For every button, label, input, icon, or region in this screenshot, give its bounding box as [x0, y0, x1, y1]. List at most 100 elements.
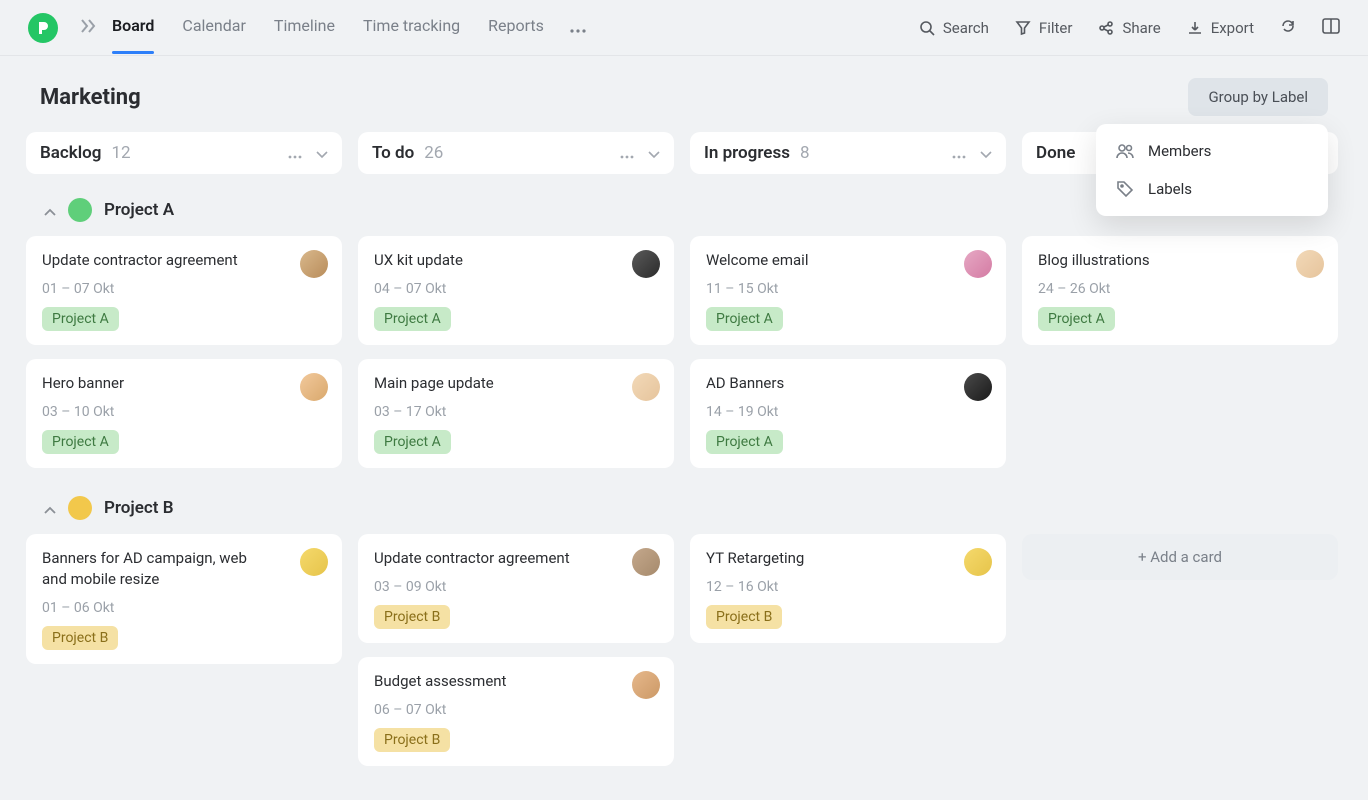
- card-title: Update contractor agreement: [42, 250, 272, 271]
- card-dates: 03 – 17 Okt: [374, 404, 658, 420]
- card-label: Project B: [374, 728, 450, 752]
- dropdown-members[interactable]: Members: [1096, 132, 1328, 170]
- group-project-b-header[interactable]: Project B: [26, 488, 1368, 534]
- tab-board[interactable]: Board: [112, 16, 154, 39]
- card[interactable]: Budget assessment 06 – 07 Okt Project B: [358, 657, 674, 766]
- card-dates: 14 – 19 Okt: [706, 404, 990, 420]
- group-by-control: Group by Label Members Labels: [1188, 78, 1328, 116]
- card-title: Update contractor agreement: [374, 548, 604, 569]
- column-more-icon[interactable]: [288, 144, 302, 163]
- page-header: Marketing Group by Label Members Labels: [0, 56, 1368, 132]
- dropdown-labels-label: Labels: [1148, 180, 1192, 198]
- card[interactable]: Main page update 03 – 17 Okt Project A: [358, 359, 674, 468]
- card[interactable]: Update contractor agreement 01 – 07 Okt …: [26, 236, 342, 345]
- column-collapse-icon[interactable]: [648, 144, 660, 163]
- search-action[interactable]: Search: [919, 19, 989, 37]
- column-title: Done: [1036, 143, 1075, 163]
- card-title: UX kit update: [374, 250, 604, 271]
- card-dates: 06 – 07 Okt: [374, 702, 658, 718]
- tab-timeline[interactable]: Timeline: [274, 16, 335, 39]
- column-count: 26: [424, 143, 443, 163]
- column-inprogress-header[interactable]: In progress 8: [690, 132, 1006, 174]
- card-title: Budget assessment: [374, 671, 604, 692]
- chevron-up-icon[interactable]: [44, 499, 56, 518]
- column-todo-header[interactable]: To do 26: [358, 132, 674, 174]
- column-title: In progress: [704, 143, 790, 163]
- card-dates: 01 – 07 Okt: [42, 281, 326, 297]
- card-title: Welcome email: [706, 250, 936, 271]
- group-a-row: Update contractor agreement 01 – 07 Okt …: [0, 236, 1368, 468]
- group-title: Project B: [104, 498, 174, 518]
- avatar: [300, 548, 328, 576]
- group-b-row: Banners for AD campaign, web and mobile …: [0, 534, 1368, 766]
- card-dates: 01 – 06 Okt: [42, 600, 326, 616]
- card-title: Main page update: [374, 373, 604, 394]
- brand-logo[interactable]: [28, 13, 58, 43]
- avatar: [632, 548, 660, 576]
- add-card-button[interactable]: + Add a card: [1022, 534, 1338, 580]
- filter-icon: [1015, 20, 1031, 36]
- app-header: Board Calendar Timeline Time tracking Re…: [0, 0, 1368, 56]
- avatar: [300, 373, 328, 401]
- column-collapse-icon[interactable]: [980, 144, 992, 163]
- members-icon: [1116, 142, 1134, 160]
- column-collapse-icon[interactable]: [316, 144, 328, 163]
- sidebar-expand-icon[interactable]: [80, 18, 96, 37]
- export-label: Export: [1211, 19, 1254, 37]
- card-title: Hero banner: [42, 373, 272, 394]
- card-label: Project A: [374, 430, 451, 454]
- card[interactable]: Update contractor agreement 03 – 09 Okt …: [358, 534, 674, 643]
- column-more-icon[interactable]: [952, 144, 966, 163]
- card-label: Project A: [42, 307, 119, 331]
- avatar: [964, 548, 992, 576]
- group-color-dot: [68, 496, 92, 520]
- card-title: YT Retargeting: [706, 548, 936, 569]
- export-action[interactable]: Export: [1187, 19, 1254, 37]
- card[interactable]: AD Banners 14 – 19 Okt Project A: [690, 359, 1006, 468]
- column-title: Backlog: [40, 143, 101, 163]
- card-label: Project A: [374, 307, 451, 331]
- card-label: Project B: [706, 605, 782, 629]
- column-backlog-header[interactable]: Backlog 12: [26, 132, 342, 174]
- tab-calendar[interactable]: Calendar: [182, 16, 245, 39]
- card-dates: 04 – 07 Okt: [374, 281, 658, 297]
- card-dates: 24 – 26 Okt: [1038, 281, 1322, 297]
- card-title: AD Banners: [706, 373, 936, 394]
- dropdown-labels[interactable]: Labels: [1096, 170, 1328, 208]
- tab-time-tracking[interactable]: Time tracking: [363, 16, 460, 39]
- page-title: Marketing: [40, 85, 141, 110]
- tab-reports[interactable]: Reports: [488, 16, 544, 39]
- card-title: Blog illustrations: [1038, 250, 1268, 271]
- avatar: [632, 250, 660, 278]
- group-by-button[interactable]: Group by Label: [1188, 78, 1328, 116]
- export-icon: [1187, 20, 1203, 36]
- card[interactable]: YT Retargeting 12 – 16 Okt Project B: [690, 534, 1006, 643]
- avatar: [964, 250, 992, 278]
- header-actions: Search Filter Share Export: [919, 18, 1340, 38]
- labels-icon: [1116, 180, 1134, 198]
- card-dates: 03 – 09 Okt: [374, 579, 658, 595]
- tabs-more-icon[interactable]: [570, 18, 586, 37]
- column-more-icon[interactable]: [620, 144, 634, 163]
- logo-icon: [35, 20, 51, 36]
- avatar: [964, 373, 992, 401]
- search-label: Search: [943, 19, 989, 37]
- card[interactable]: Hero banner 03 – 10 Okt Project A: [26, 359, 342, 468]
- group-by-dropdown: Members Labels: [1096, 124, 1328, 216]
- filter-action[interactable]: Filter: [1015, 19, 1073, 37]
- card[interactable]: UX kit update 04 – 07 Okt Project A: [358, 236, 674, 345]
- refresh-icon[interactable]: [1280, 18, 1296, 38]
- panel-toggle-icon[interactable]: [1322, 18, 1340, 38]
- chevron-up-icon[interactable]: [44, 201, 56, 220]
- share-action[interactable]: Share: [1098, 19, 1160, 37]
- card[interactable]: Blog illustrations 24 – 26 Okt Project A: [1022, 236, 1338, 345]
- card[interactable]: Welcome email 11 – 15 Okt Project A: [690, 236, 1006, 345]
- card-label: Project B: [42, 626, 118, 650]
- card[interactable]: Banners for AD campaign, web and mobile …: [26, 534, 342, 664]
- card-label: Project B: [374, 605, 450, 629]
- avatar: [300, 250, 328, 278]
- share-label: Share: [1122, 19, 1160, 37]
- avatar: [632, 373, 660, 401]
- group-color-dot: [68, 198, 92, 222]
- card-dates: 12 – 16 Okt: [706, 579, 990, 595]
